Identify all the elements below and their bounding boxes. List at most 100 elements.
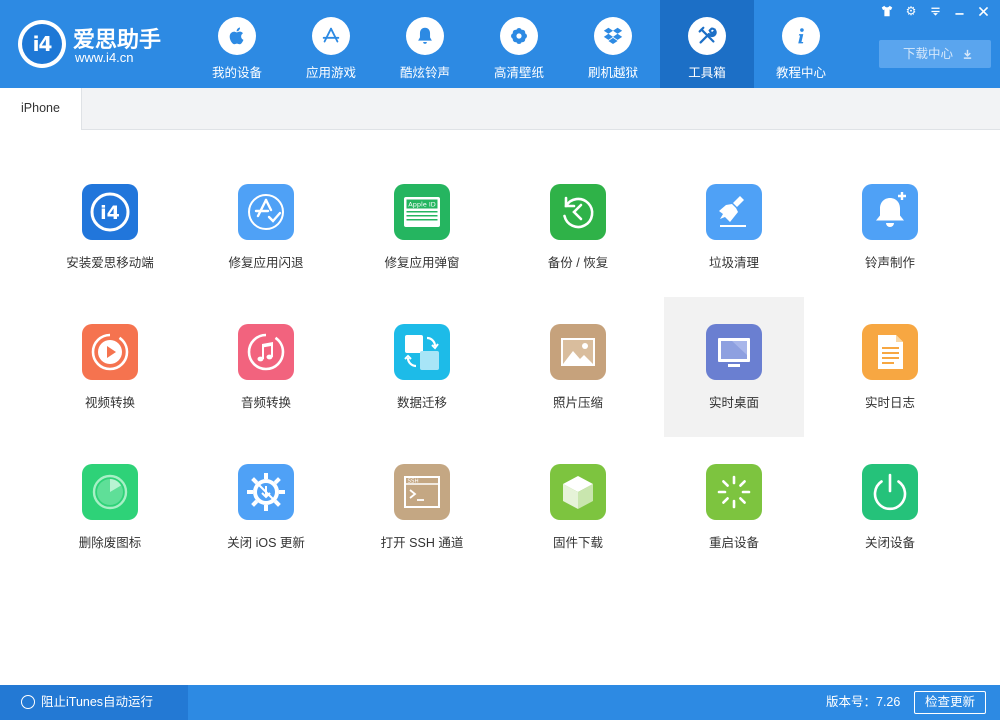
title-bar: i4 爱思助手 www.i4.cn 我的设备 应用游戏 酷炫铃声 高清壁纸 刷机… <box>0 0 1000 88</box>
download-center-button[interactable]: 下载中心 <box>879 40 991 68</box>
tool-label: 关闭 iOS 更新 <box>227 536 305 550</box>
tool-junk-clean[interactable]: 垃圾清理 <box>664 157 804 297</box>
tool-label: 视频转换 <box>84 396 135 410</box>
flower-icon <box>500 17 538 55</box>
radio-icon[interactable] <box>21 695 35 709</box>
tool-video-convert[interactable]: 视频转换 <box>40 297 180 437</box>
svg-text:i4: i4 <box>100 202 120 224</box>
nav-tutorials[interactable]: 教程中心 <box>754 0 848 88</box>
tool-label: 数据迁移 <box>396 396 447 410</box>
menu-button[interactable] <box>924 3 946 19</box>
nav-label: 工具箱 <box>688 66 726 80</box>
tool-label: 垃圾清理 <box>708 256 759 270</box>
logo-badge-text: i4 <box>22 24 62 64</box>
tab-iphone[interactable]: iPhone <box>0 88 82 130</box>
box-icon <box>550 464 606 520</box>
nav-my-device[interactable]: 我的设备 <box>190 0 284 88</box>
music-note-icon <box>238 324 294 380</box>
main-nav: 我的设备 应用游戏 酷炫铃声 高清壁纸 刷机越狱 工具箱 教程中心 <box>190 0 848 88</box>
tool-firmware-download[interactable]: 固件下载 <box>508 437 648 577</box>
tools-icon <box>688 17 726 55</box>
nav-wallpapers[interactable]: 高清壁纸 <box>472 0 566 88</box>
tool-fix-app-crash[interactable]: 修复应用闪退 <box>196 157 336 297</box>
nav-ringtones[interactable]: 酷炫铃声 <box>378 0 472 88</box>
nav-label: 我的设备 <box>211 66 262 80</box>
tool-label: 铃声制作 <box>864 256 915 270</box>
document-icon <box>862 324 918 380</box>
tool-shutdown-device[interactable]: 关闭设备 <box>820 437 960 577</box>
device-tab-bar: iPhone <box>0 88 1000 130</box>
tool-data-migrate[interactable]: 数据迁移 <box>352 297 492 437</box>
close-button[interactable] <box>972 3 994 19</box>
tool-label: 安装爱思移动端 <box>66 256 154 270</box>
data-migrate-icon <box>394 324 450 380</box>
settings-gear-icon[interactable]: ⚙ <box>900 3 922 19</box>
app-store-icon <box>312 17 350 55</box>
backup-restore-icon <box>550 184 606 240</box>
i4-app-icon: i4 <box>82 184 138 240</box>
bell-icon <box>406 17 444 55</box>
download-icon <box>962 40 973 68</box>
app-logo: i4 爱思助手 www.i4.cn <box>18 20 168 68</box>
minimize-button[interactable] <box>948 3 970 19</box>
tool-install-i4-mobile[interactable]: i4 安装爱思移动端 <box>40 157 180 297</box>
tool-label: 打开 SSH 通道 <box>380 536 464 550</box>
tool-label: 实时日志 <box>864 396 915 410</box>
tool-live-desktop[interactable]: 实时桌面 <box>664 297 804 437</box>
tool-label: 关闭设备 <box>864 536 915 550</box>
tool-label: 音频转换 <box>240 396 291 410</box>
tool-label: 重启设备 <box>708 536 759 550</box>
nav-label: 教程中心 <box>775 66 826 80</box>
skin-button[interactable] <box>876 3 898 19</box>
i4-logo-icon: i4 <box>18 20 66 68</box>
tool-label: 备份 / 恢复 <box>547 256 609 270</box>
dropbox-icon <box>594 17 632 55</box>
apple-id-icon: Apple ID <box>394 184 450 240</box>
app-url: www.i4.cn <box>75 50 134 65</box>
gear-block-icon <box>238 464 294 520</box>
tool-restart-device[interactable]: 重启设备 <box>664 437 804 577</box>
tool-fix-app-popup[interactable]: Apple ID 修复应用弹窗 <box>352 157 492 297</box>
photo-icon <box>550 324 606 380</box>
download-center-label: 下载中心 <box>903 47 954 61</box>
apple-id-badge-text: Apple ID <box>408 201 436 209</box>
check-update-button[interactable]: 检查更新 <box>914 691 986 714</box>
tool-photo-compress[interactable]: 照片压缩 <box>508 297 648 437</box>
power-icon <box>862 464 918 520</box>
pie-icon <box>82 464 138 520</box>
nav-label: 酷炫铃声 <box>399 66 450 80</box>
tool-label: 修复应用闪退 <box>228 256 304 270</box>
video-play-icon <box>82 324 138 380</box>
restart-spinner-icon <box>706 464 762 520</box>
tool-label: 实时桌面 <box>708 396 759 410</box>
tool-label: 照片压缩 <box>552 396 603 410</box>
nav-toolbox[interactable]: 工具箱 <box>660 0 754 88</box>
tool-label: 固件下载 <box>552 536 603 550</box>
tool-backup-restore[interactable]: 备份 / 恢复 <box>508 157 648 297</box>
nav-flash-jailbreak[interactable]: 刷机越狱 <box>566 0 660 88</box>
tool-disable-ios-update[interactable]: 关闭 iOS 更新 <box>196 437 336 577</box>
tool-label: 删除废图标 <box>78 536 142 550</box>
tool-delete-dead-icons[interactable]: 删除废图标 <box>40 437 180 577</box>
broom-icon <box>706 184 762 240</box>
tool-open-ssh[interactable]: SSH 打开 SSH 通道 <box>352 437 492 577</box>
nav-label: 刷机越狱 <box>587 66 638 80</box>
status-bar: 阻止iTunes自动运行 版本号：7.26 检查更新 <box>0 685 1000 720</box>
tool-label: 修复应用弹窗 <box>384 256 460 270</box>
apple-icon <box>218 17 256 55</box>
tool-ringtone-maker[interactable]: 铃声制作 <box>820 157 960 297</box>
info-icon <box>782 17 820 55</box>
version-text: 版本号：7.26 <box>826 695 901 709</box>
bell-plus-icon <box>862 184 918 240</box>
nav-apps-games[interactable]: 应用游戏 <box>284 0 378 88</box>
tool-audio-convert[interactable]: 音频转换 <box>196 297 336 437</box>
ssh-badge-text: SSH <box>408 479 419 485</box>
nav-label: 应用游戏 <box>305 66 356 80</box>
block-itunes-label: 阻止iTunes自动运行 <box>41 695 154 709</box>
app-store-repair-icon <box>238 184 294 240</box>
monitor-icon <box>706 324 762 380</box>
ssh-terminal-icon: SSH <box>394 464 450 520</box>
tool-live-log[interactable]: 实时日志 <box>820 297 960 437</box>
window-controls: ⚙ <box>876 3 994 19</box>
block-itunes-toggle[interactable]: 阻止iTunes自动运行 <box>0 685 188 720</box>
